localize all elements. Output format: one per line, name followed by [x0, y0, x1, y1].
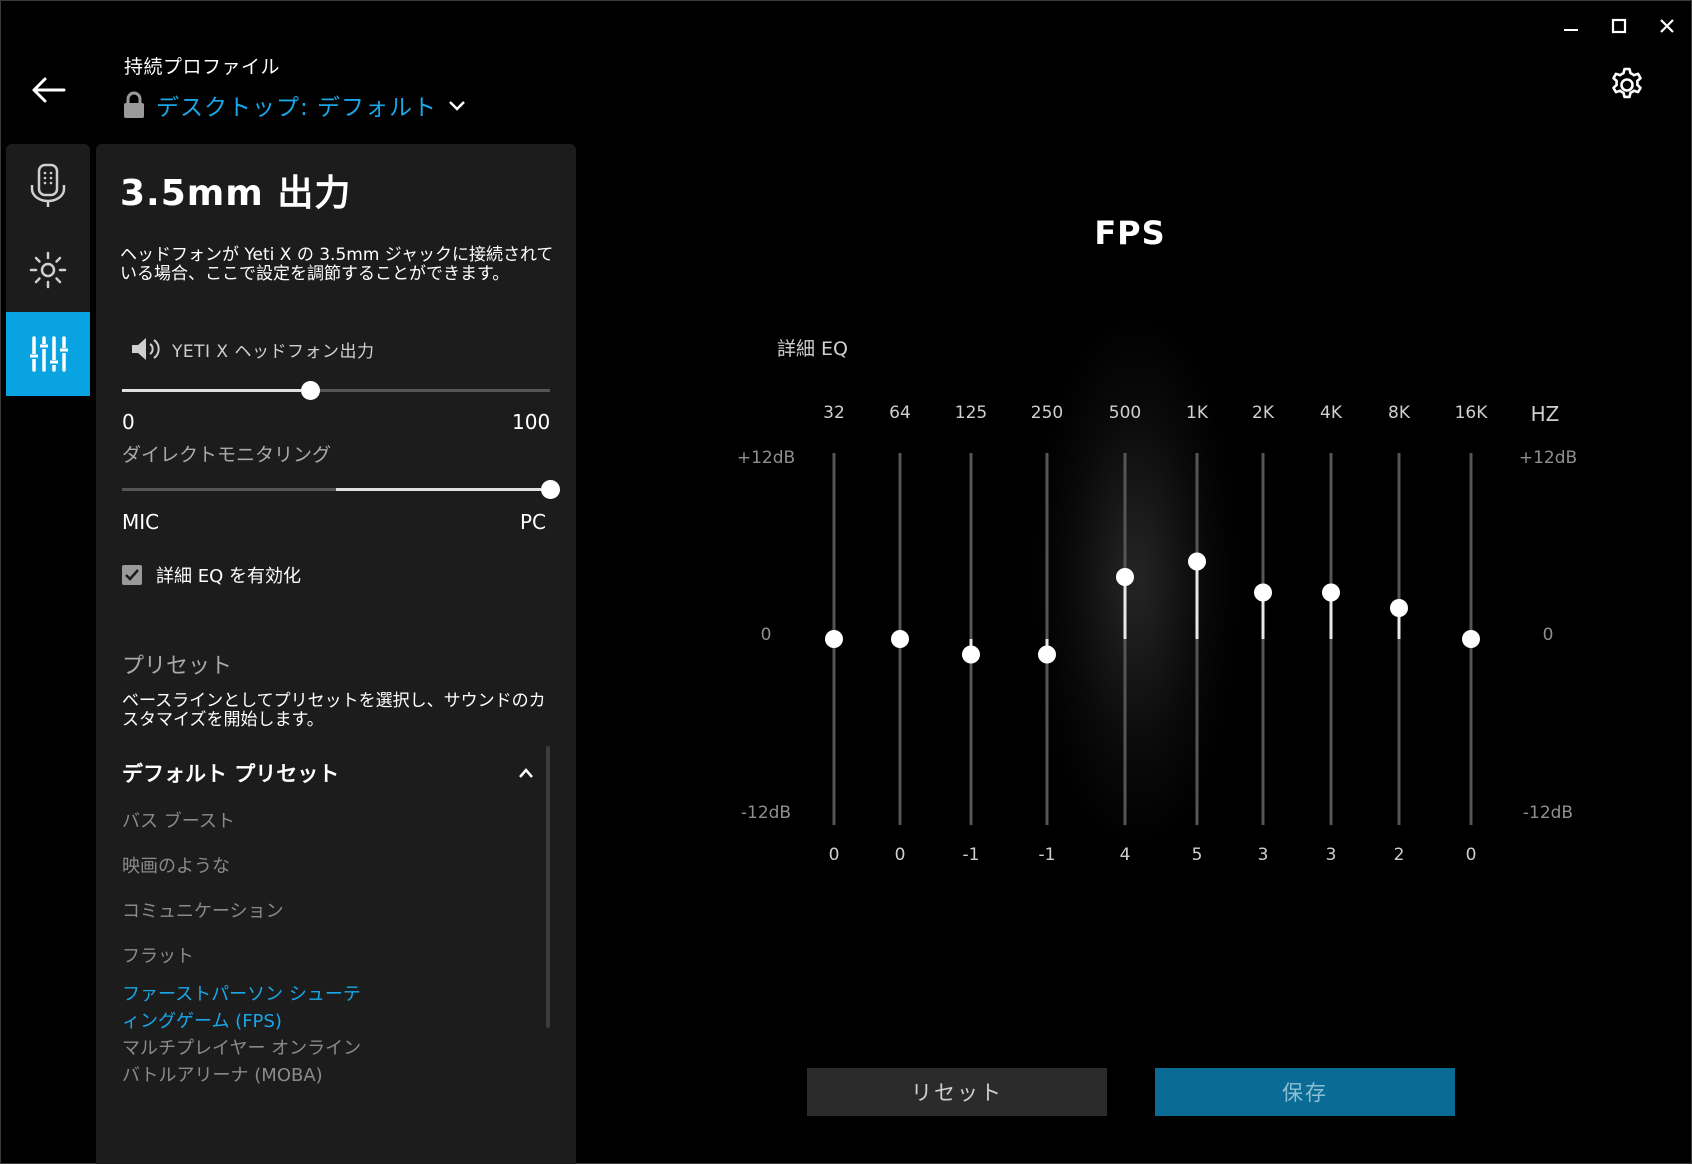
- lock-icon: [124, 91, 144, 118]
- eq-graph: +12dB0-12dB+12dB0-12dBHZ320640125-1250-1…: [737, 402, 1577, 865]
- monitoring-max-label: PC: [520, 510, 547, 534]
- rail-item-equalizer[interactable]: [6, 312, 90, 396]
- headphone-volume-slider[interactable]: [122, 381, 550, 400]
- rail-item-microphone[interactable]: [6, 144, 90, 228]
- equalizer-icon: [30, 336, 68, 372]
- eq-band-handle[interactable]: [1116, 568, 1134, 586]
- microphone-icon: [30, 163, 66, 207]
- preset-item-cinematic[interactable]: 映画のような: [122, 853, 362, 880]
- eq-band-freq-label: 2K: [1252, 403, 1275, 423]
- eq-band-freq-label: 4K: [1320, 403, 1343, 423]
- minimize-icon: [1564, 29, 1578, 31]
- eq-band-gain-value: 2: [1394, 845, 1405, 865]
- eq-band-handle[interactable]: [1188, 552, 1206, 571]
- monitoring-slider-thumb[interactable]: [541, 480, 560, 499]
- direct-monitoring-heading: ダイレクトモニタリング: [122, 444, 332, 466]
- monitoring-min-label: MIC: [122, 510, 160, 534]
- speaker-icon: [132, 338, 160, 360]
- output-panel: 3.5mm 出力 ヘッドフォンが Yeti X の 3.5mm ジャックに接続さ…: [96, 144, 576, 1164]
- eq-band-freq-label: 64: [889, 403, 911, 423]
- chevron-up-icon: [519, 768, 533, 778]
- eq-band-handle[interactable]: [891, 630, 909, 648]
- eq-band-handle[interactable]: [825, 630, 843, 648]
- close-icon: [1660, 19, 1674, 33]
- panel-description: ヘッドフォンが Yeti X の 3.5mm ジャックに接続されている場合、ここ…: [120, 245, 554, 284]
- headphone-output-label-row: YETI X ヘッドフォン出力: [130, 336, 374, 362]
- advanced-eq-heading: 詳細 EQ: [777, 338, 848, 360]
- minimize-button[interactable]: [1547, 8, 1595, 44]
- eq-band-freq-label: 16K: [1455, 403, 1489, 423]
- eq-band-gain-value: 0: [895, 845, 906, 865]
- preset-item-bass-boost[interactable]: バス ブースト: [122, 808, 362, 835]
- volume-max-label: 100: [512, 410, 551, 434]
- eq-band-freq-label: 32: [823, 403, 845, 423]
- advanced-eq-label: 詳細 EQ を有効化: [156, 566, 301, 587]
- preset-heading: プリセット: [122, 654, 233, 679]
- gear-icon: [1612, 67, 1642, 99]
- eq-band-gain-value: 0: [829, 845, 840, 865]
- preset-item-fps[interactable]: ファーストパーソン シューティングゲーム (FPS): [122, 981, 362, 1035]
- back-button[interactable]: [24, 70, 72, 110]
- settings-button[interactable]: [1604, 62, 1650, 108]
- advanced-eq-toggle[interactable]: 詳細 EQ を有効化: [122, 562, 301, 588]
- preset-item-flat[interactable]: フラット: [122, 943, 362, 970]
- panel-title: 3.5mm 出力: [120, 173, 352, 214]
- profile-selector[interactable]: デスクトップ: デフォルト: [122, 88, 467, 122]
- eq-band-handle[interactable]: [1322, 583, 1340, 602]
- preset-group-title: デフォルト プリセット: [122, 762, 340, 786]
- preset-description: ベースラインとしてプリセットを選択し、サウンドのカスタマイズを開始します。: [122, 691, 546, 730]
- eq-band-handle[interactable]: [962, 645, 980, 664]
- volume-min-label: 0: [122, 410, 135, 434]
- close-button[interactable]: [1643, 8, 1691, 44]
- eq-left-top-label: +12dB: [737, 448, 795, 468]
- maximize-button[interactable]: [1595, 8, 1643, 44]
- eq-band-handle[interactable]: [1254, 583, 1272, 602]
- eq-band-gain-value: -1: [1039, 845, 1056, 865]
- save-button[interactable]: 保存: [1155, 1068, 1455, 1116]
- eq-band-handle[interactable]: [1038, 645, 1056, 664]
- eq-preset-title: FPS: [1094, 214, 1166, 252]
- eq-band-freq-label: 250: [1031, 403, 1063, 423]
- eq-band-gain-value: 0: [1466, 845, 1477, 865]
- volume-slider-fill: [122, 389, 311, 392]
- rail-item-lighting[interactable]: [6, 228, 90, 312]
- monitoring-slider-fill: [336, 488, 550, 491]
- eq-unit-label: HZ: [1531, 402, 1560, 426]
- eq-band-gain-value: -1: [963, 845, 980, 865]
- profile-caption: 持続プロファイル: [124, 56, 281, 78]
- eq-left-bottom-label: -12dB: [741, 803, 791, 823]
- profile-name: デスクトップ: デフォルト: [156, 95, 438, 121]
- eq-band-gain-value: 5: [1192, 845, 1203, 865]
- headphone-output-label: YETI X ヘッドフォン出力: [172, 341, 375, 362]
- eq-band-freq-label: 500: [1109, 403, 1141, 423]
- checkmark-icon: [125, 569, 139, 581]
- eq-right-bottom-label: -12dB: [1523, 803, 1573, 823]
- eq-left-zero-label: 0: [761, 625, 772, 645]
- eq-right-top-label: +12dB: [1519, 448, 1577, 468]
- eq-band-freq-label: 8K: [1388, 403, 1411, 423]
- eq-band-freq-label: 1K: [1186, 403, 1209, 423]
- maximize-icon: [1611, 18, 1627, 34]
- eq-band-gain-value: 3: [1326, 845, 1337, 865]
- eq-right-zero-label: 0: [1543, 625, 1554, 645]
- eq-band-gain-value: 3: [1258, 845, 1269, 865]
- arrow-left-icon: [32, 77, 66, 103]
- device-rail: [6, 144, 90, 396]
- preset-list-scrollbar[interactable]: [546, 746, 550, 1028]
- brightness-icon: [29, 251, 67, 289]
- eq-band-handle[interactable]: [1390, 599, 1408, 617]
- default-preset-group-header[interactable]: デフォルト プリセット: [122, 758, 534, 788]
- advanced-eq-checkbox[interactable]: [122, 565, 142, 585]
- volume-slider-thumb[interactable]: [301, 381, 321, 400]
- chevron-down-icon: [449, 101, 465, 111]
- preset-item-moba[interactable]: マルチプレイヤー オンライン バトルアリーナ (MOBA): [122, 1035, 362, 1089]
- preset-item-communication[interactable]: コミュニケーション: [122, 898, 362, 925]
- eq-band-handle[interactable]: [1462, 630, 1480, 648]
- eq-band-freq-label: 125: [955, 403, 987, 423]
- eq-band-gain-value: 4: [1120, 845, 1131, 865]
- direct-monitoring-slider[interactable]: [122, 480, 560, 499]
- reset-button[interactable]: リセット: [807, 1068, 1107, 1116]
